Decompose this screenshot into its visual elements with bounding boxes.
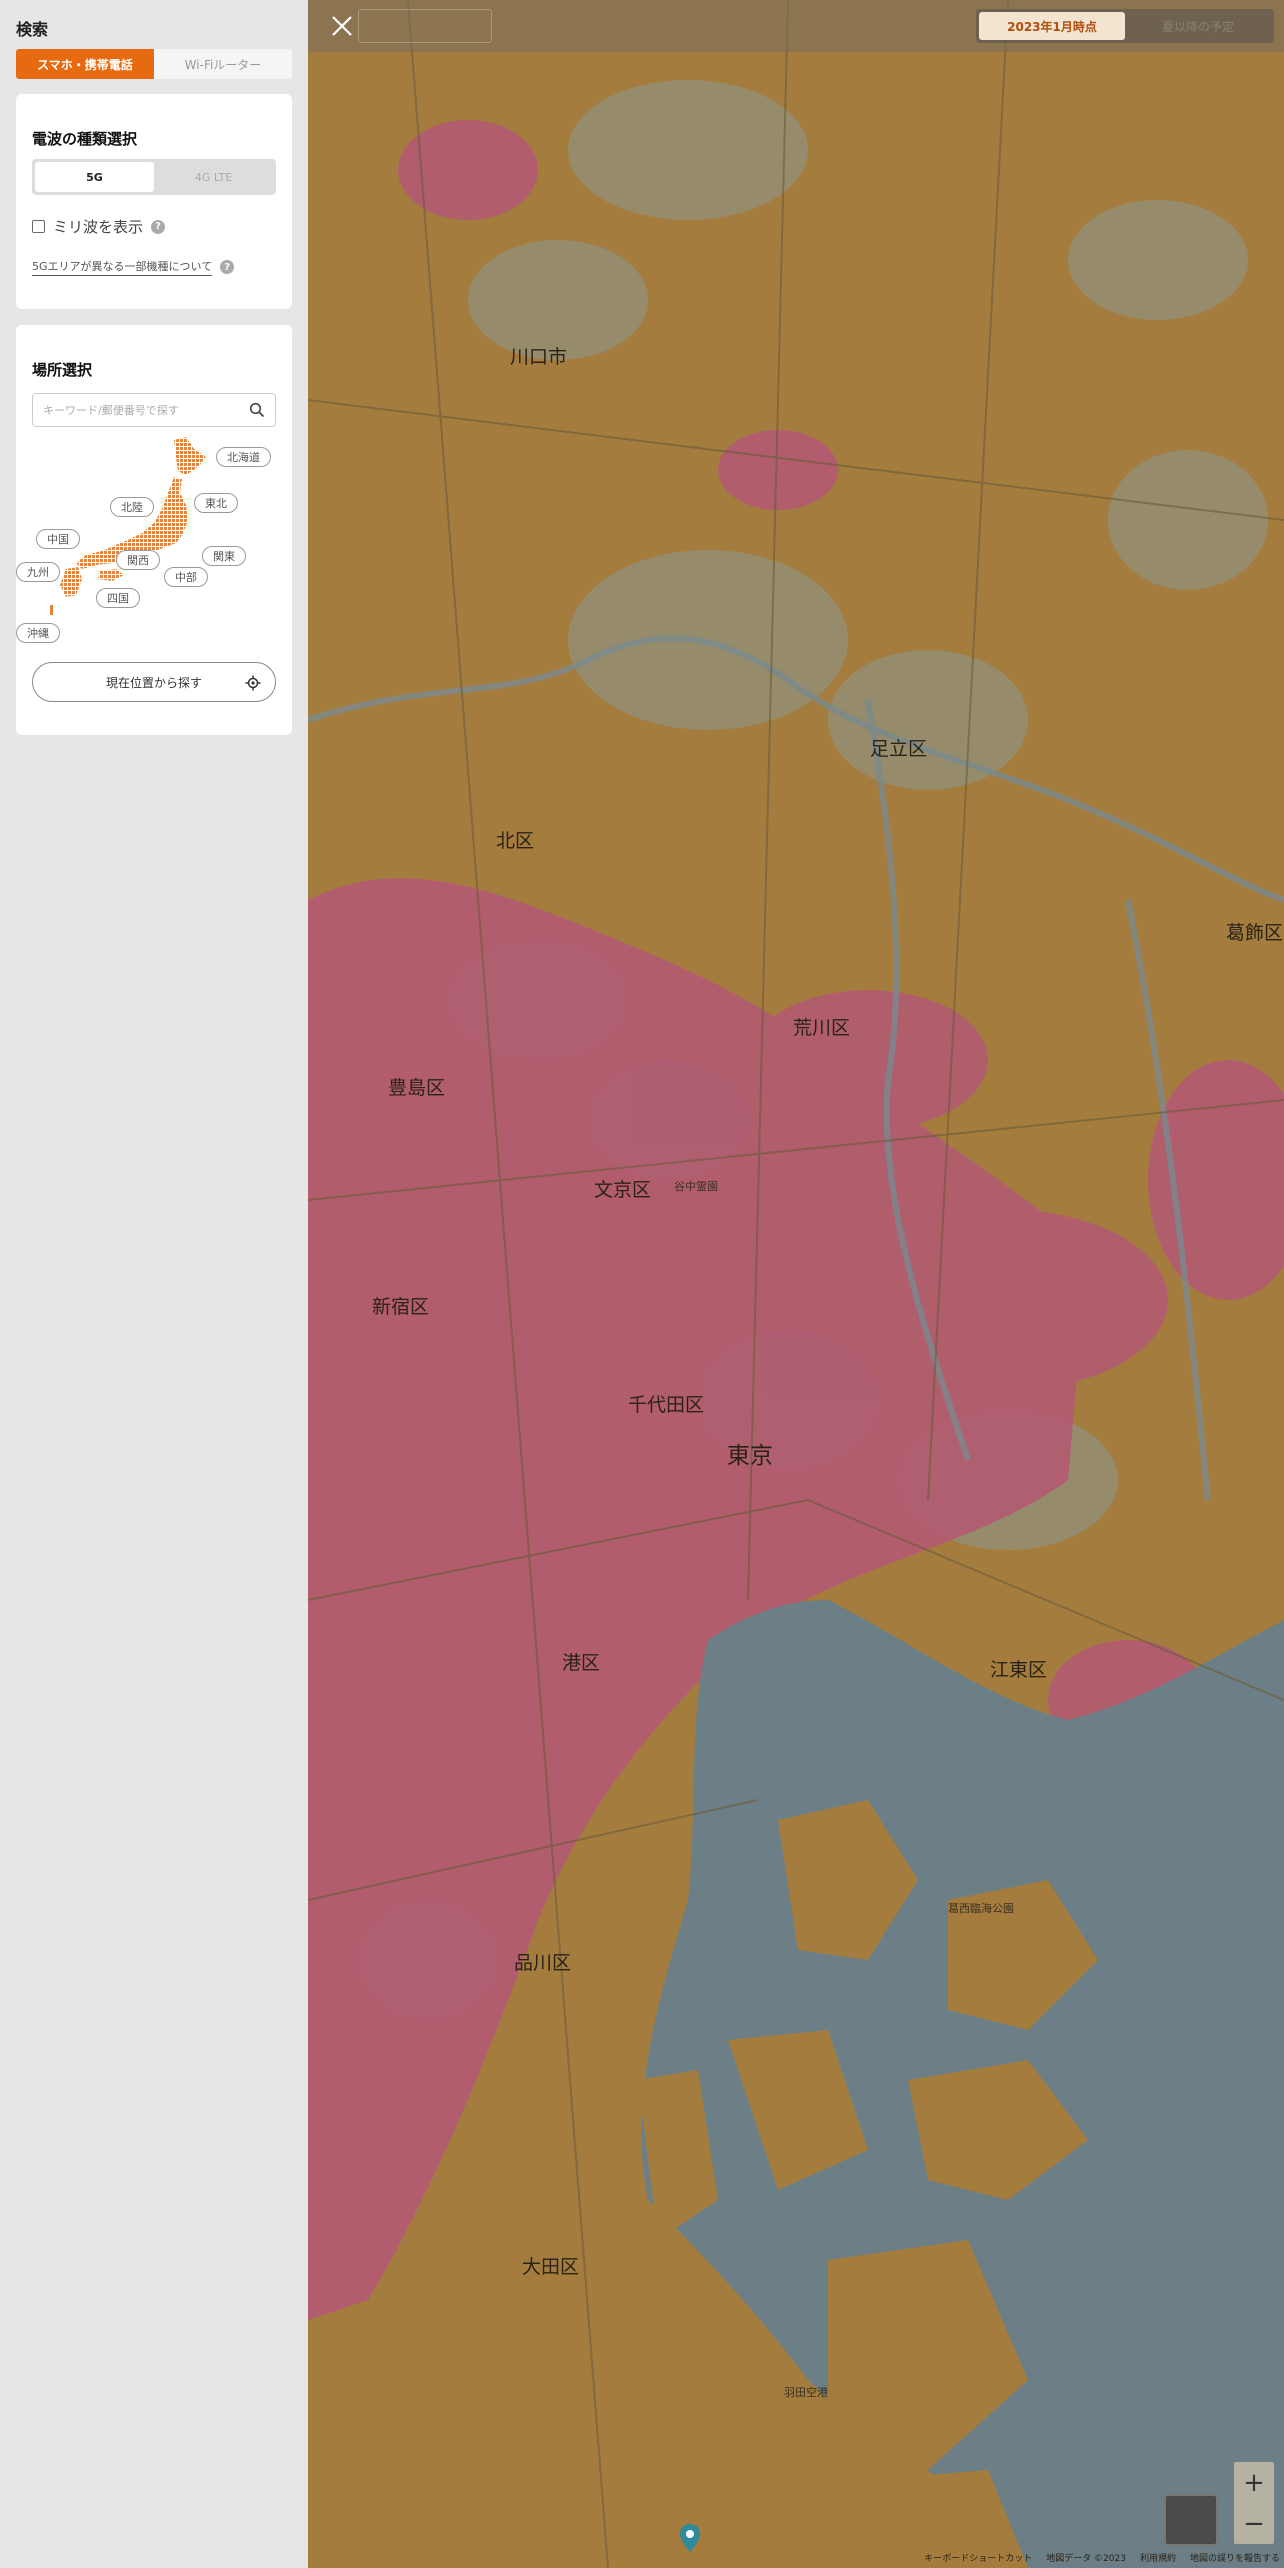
map-label-toshima: 豊島区 — [388, 1077, 446, 1099]
help-icon[interactable]: ? — [151, 219, 166, 234]
map-label-ota: 大田区 — [522, 2256, 580, 2278]
wave-option-5g[interactable]: 5G — [35, 162, 154, 192]
map-label-haneda: 羽田空港 — [784, 2386, 828, 2399]
wave-option-4g-lte[interactable]: 4G LTE — [154, 162, 273, 192]
map-label-yanaka: 谷中霊園 — [674, 1180, 718, 1193]
period-option-current[interactable]: 2023年1月時点 — [979, 12, 1125, 40]
region-kyushu[interactable]: 九州 — [16, 562, 60, 582]
device-note-row: 5Gエリアが異なる一部機種について ? — [32, 258, 235, 276]
region-hokuriku[interactable]: 北陸 — [110, 497, 154, 517]
map-attribution: キーボードショートカット 地図データ ©2023 利用規約 地図の誤りを報告する — [924, 2551, 1280, 2564]
map-label-kasai: 葛西臨海公園 — [948, 1902, 1014, 1915]
map-label-minato: 港区 — [562, 1652, 601, 1674]
map-base-layer — [308, 0, 1284, 2568]
search-placeholder: キーワード/郵便番号で探す — [43, 404, 179, 417]
map-label-katsushika: 葛飾区 — [1226, 922, 1284, 944]
wave-type-title: 電波の種類選択 — [32, 130, 138, 148]
zoom-in-button[interactable]: + — [1234, 2462, 1274, 2503]
map-label-adachi: 足立区 — [870, 738, 928, 760]
sidebar-title: 検索 — [16, 20, 49, 39]
help-icon[interactable]: ? — [220, 260, 235, 274]
japan-region-map: 北海道 東北 北陸 関東 中国 関西 中部 九州 四国 沖縄 — [16, 435, 292, 650]
crosshair-icon — [245, 675, 261, 691]
close-icon[interactable] — [330, 14, 354, 38]
map-label-arakawa: 荒川区 — [793, 1017, 851, 1039]
mmwave-row: ミリ波を表示 ? — [32, 216, 166, 237]
map-pin-icon[interactable] — [680, 2524, 700, 2552]
region-shikoku[interactable]: 四国 — [96, 588, 140, 608]
map-label-chiyoda: 千代田区 — [628, 1394, 705, 1416]
coverage-map[interactable]: 川口市 足立区 北区 荒川区 葛飾区 豊島区 文京区 新宿区 千代田区 東京 港… — [308, 0, 1284, 2568]
map-label-kita: 北区 — [496, 830, 535, 852]
period-option-planned[interactable]: 夏以降の予定 — [1125, 12, 1271, 40]
region-chubu[interactable]: 中部 — [164, 567, 208, 587]
terms-link[interactable]: 利用規約 — [1140, 2551, 1176, 2564]
map-label-koto: 江東区 — [990, 1659, 1048, 1681]
map-top-bar: 2023年1月時点 夏以降の予定 — [308, 0, 1284, 52]
zoom-out-button[interactable]: − — [1234, 2503, 1274, 2544]
map-search-box[interactable] — [358, 9, 492, 43]
map-label-shinagawa: 品川区 — [514, 1952, 572, 1974]
search-sidebar: 検索 スマホ・携帯電話 Wi-Fiルーター 電波の種類選択 5G 4G LTE … — [0, 0, 308, 2568]
place-select-card: 場所選択 キーワード/郵便番号で探す 北海道 東北 北陸 関東 中国 関西 中部… — [16, 325, 292, 735]
locate-button-label: 現在位置から探す — [105, 675, 202, 690]
region-kanto[interactable]: 関東 — [202, 546, 246, 566]
report-error-link[interactable]: 地図の誤りを報告する — [1190, 2551, 1280, 2564]
wave-type-card: 電波の種類選択 5G 4G LTE ミリ波を表示 ? 5Gエリアが異なる一部機種… — [16, 94, 292, 309]
mmwave-checkbox[interactable] — [32, 220, 45, 233]
region-okinawa[interactable]: 沖縄 — [16, 623, 60, 643]
device-note-link[interactable]: 5Gエリアが異なる一部機種について — [32, 258, 213, 276]
mmwave-label[interactable]: ミリ波を表示 — [53, 216, 143, 237]
map-label-shinjuku: 新宿区 — [372, 1296, 430, 1318]
region-tohoku[interactable]: 東北 — [194, 493, 238, 513]
tab-smartphone[interactable]: スマホ・携帯電話 — [16, 49, 154, 79]
keyword-search-input[interactable]: キーワード/郵便番号で探す — [32, 393, 276, 427]
region-kansai[interactable]: 関西 — [116, 550, 160, 570]
wave-type-toggle: 5G 4G LTE — [32, 159, 276, 195]
keyboard-shortcuts-link[interactable]: キーボードショートカット — [924, 2551, 1032, 2564]
tab-wifi-router[interactable]: Wi-Fiルーター — [154, 49, 292, 79]
place-select-title: 場所選択 — [32, 361, 93, 379]
search-icon[interactable] — [249, 402, 265, 418]
locate-current-position-button[interactable]: 現在位置から探す — [32, 662, 276, 702]
zoom-control: + − — [1234, 2462, 1274, 2544]
region-hokkaido[interactable]: 北海道 — [216, 447, 271, 467]
period-toggle: 2023年1月時点 夏以降の予定 — [976, 9, 1274, 43]
map-label-tokyo: 東京 — [727, 1443, 773, 1469]
map-label-bunkyo: 文京区 — [594, 1179, 652, 1201]
map-layer-toggle[interactable] — [1164, 2494, 1218, 2546]
map-data-credit: 地図データ ©2023 — [1046, 2554, 1126, 2564]
map-label-kawaguchi: 川口市 — [510, 346, 568, 368]
device-tabs: スマホ・携帯電話 Wi-Fiルーター — [16, 49, 292, 79]
region-chugoku[interactable]: 中国 — [36, 529, 80, 549]
